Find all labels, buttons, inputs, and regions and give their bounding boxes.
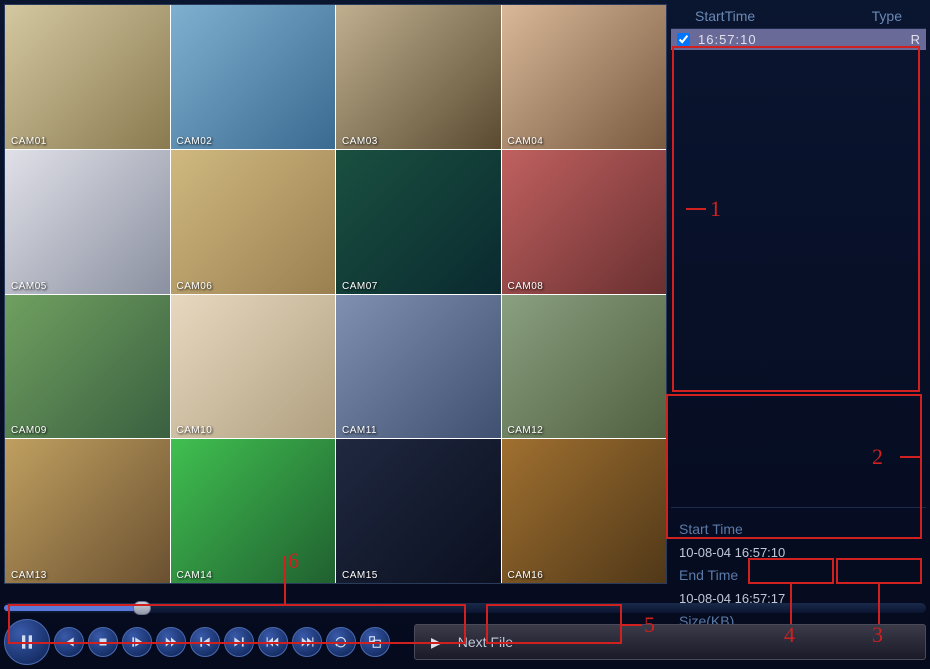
loop-button[interactable] bbox=[326, 627, 356, 657]
camera-label: CAM13 bbox=[5, 568, 170, 583]
fullscreen-button[interactable] bbox=[360, 627, 390, 657]
step-forward-button[interactable] bbox=[122, 627, 152, 657]
skip-forward-button[interactable] bbox=[292, 627, 322, 657]
camera-label: CAM03 bbox=[336, 134, 501, 149]
prev-frame-icon bbox=[198, 635, 212, 649]
camera-cell[interactable]: CAM16 bbox=[502, 439, 667, 583]
progress-thumb[interactable] bbox=[133, 601, 151, 615]
stop-icon bbox=[97, 636, 109, 648]
next-frame-button[interactable] bbox=[224, 627, 254, 657]
camera-label: CAM12 bbox=[502, 423, 667, 438]
step-back-button[interactable] bbox=[54, 627, 84, 657]
camera-label: CAM07 bbox=[336, 279, 501, 294]
file-list-header: StartTime Type bbox=[671, 4, 926, 29]
file-time: 16:57:10 bbox=[698, 32, 903, 47]
file-list: 16:57:10 R bbox=[671, 29, 926, 507]
next-frame-icon bbox=[232, 635, 246, 649]
camera-label: CAM01 bbox=[5, 134, 170, 149]
rewind-icon bbox=[266, 635, 280, 649]
file-type: R bbox=[911, 32, 920, 47]
stop-button[interactable] bbox=[88, 627, 118, 657]
fullscreen-icon bbox=[368, 635, 382, 649]
camera-cell[interactable]: CAM03 bbox=[336, 5, 501, 149]
camera-label: CAM09 bbox=[5, 423, 170, 438]
skip-forward-icon bbox=[300, 635, 314, 649]
file-checkbox[interactable] bbox=[677, 33, 690, 46]
end-time-label: End Time bbox=[679, 564, 918, 588]
camera-label: CAM02 bbox=[171, 134, 336, 149]
camera-cell[interactable]: CAM01 bbox=[5, 5, 170, 149]
step-forward-icon bbox=[130, 635, 144, 649]
camera-label: CAM06 bbox=[171, 279, 336, 294]
progress-bar[interactable] bbox=[4, 603, 926, 613]
col-starttime: StartTime bbox=[695, 8, 872, 24]
rewind-button[interactable] bbox=[258, 627, 288, 657]
camera-label: CAM16 bbox=[502, 568, 667, 583]
camera-label: CAM10 bbox=[171, 423, 336, 438]
camera-cell[interactable]: CAM02 bbox=[171, 5, 336, 149]
start-time-label: Start Time bbox=[679, 518, 918, 542]
camera-cell[interactable]: CAM10 bbox=[171, 295, 336, 439]
camera-label: CAM05 bbox=[5, 279, 170, 294]
pause-button[interactable] bbox=[4, 619, 50, 665]
status-bar: ▶ Next File bbox=[414, 624, 926, 660]
camera-cell[interactable]: CAM11 bbox=[336, 295, 501, 439]
loop-icon bbox=[334, 635, 348, 649]
camera-label: CAM15 bbox=[336, 568, 501, 583]
camera-cell[interactable]: CAM08 bbox=[502, 150, 667, 294]
step-back-icon bbox=[62, 635, 76, 649]
camera-label: CAM14 bbox=[171, 568, 336, 583]
play-indicator-icon: ▶ bbox=[431, 634, 442, 651]
camera-cell[interactable]: CAM07 bbox=[336, 150, 501, 294]
camera-cell[interactable]: CAM13 bbox=[5, 439, 170, 583]
camera-cell[interactable]: CAM12 bbox=[502, 295, 667, 439]
start-time-value: 10-08-04 16:57:10 bbox=[679, 542, 918, 564]
camera-cell[interactable]: CAM09 bbox=[5, 295, 170, 439]
prev-frame-button[interactable] bbox=[190, 627, 220, 657]
camera-cell[interactable]: CAM04 bbox=[502, 5, 667, 149]
camera-cell[interactable]: CAM15 bbox=[336, 439, 501, 583]
col-type: Type bbox=[872, 8, 902, 24]
status-text: Next File bbox=[458, 634, 513, 650]
camera-label: CAM04 bbox=[502, 134, 667, 149]
camera-cell[interactable]: CAM05 bbox=[5, 150, 170, 294]
camera-grid: CAM01 CAM02 CAM03 CAM04 CAM05 CAM06 CAM0… bbox=[4, 4, 667, 584]
fast-forward-button[interactable] bbox=[156, 627, 186, 657]
file-row[interactable]: 16:57:10 R bbox=[671, 29, 926, 50]
fast-forward-icon bbox=[164, 635, 178, 649]
camera-cell[interactable]: CAM14 bbox=[171, 439, 336, 583]
camera-cell[interactable]: CAM06 bbox=[171, 150, 336, 294]
camera-label: CAM11 bbox=[336, 423, 501, 438]
pause-icon bbox=[17, 632, 37, 652]
camera-label: CAM08 bbox=[502, 279, 667, 294]
